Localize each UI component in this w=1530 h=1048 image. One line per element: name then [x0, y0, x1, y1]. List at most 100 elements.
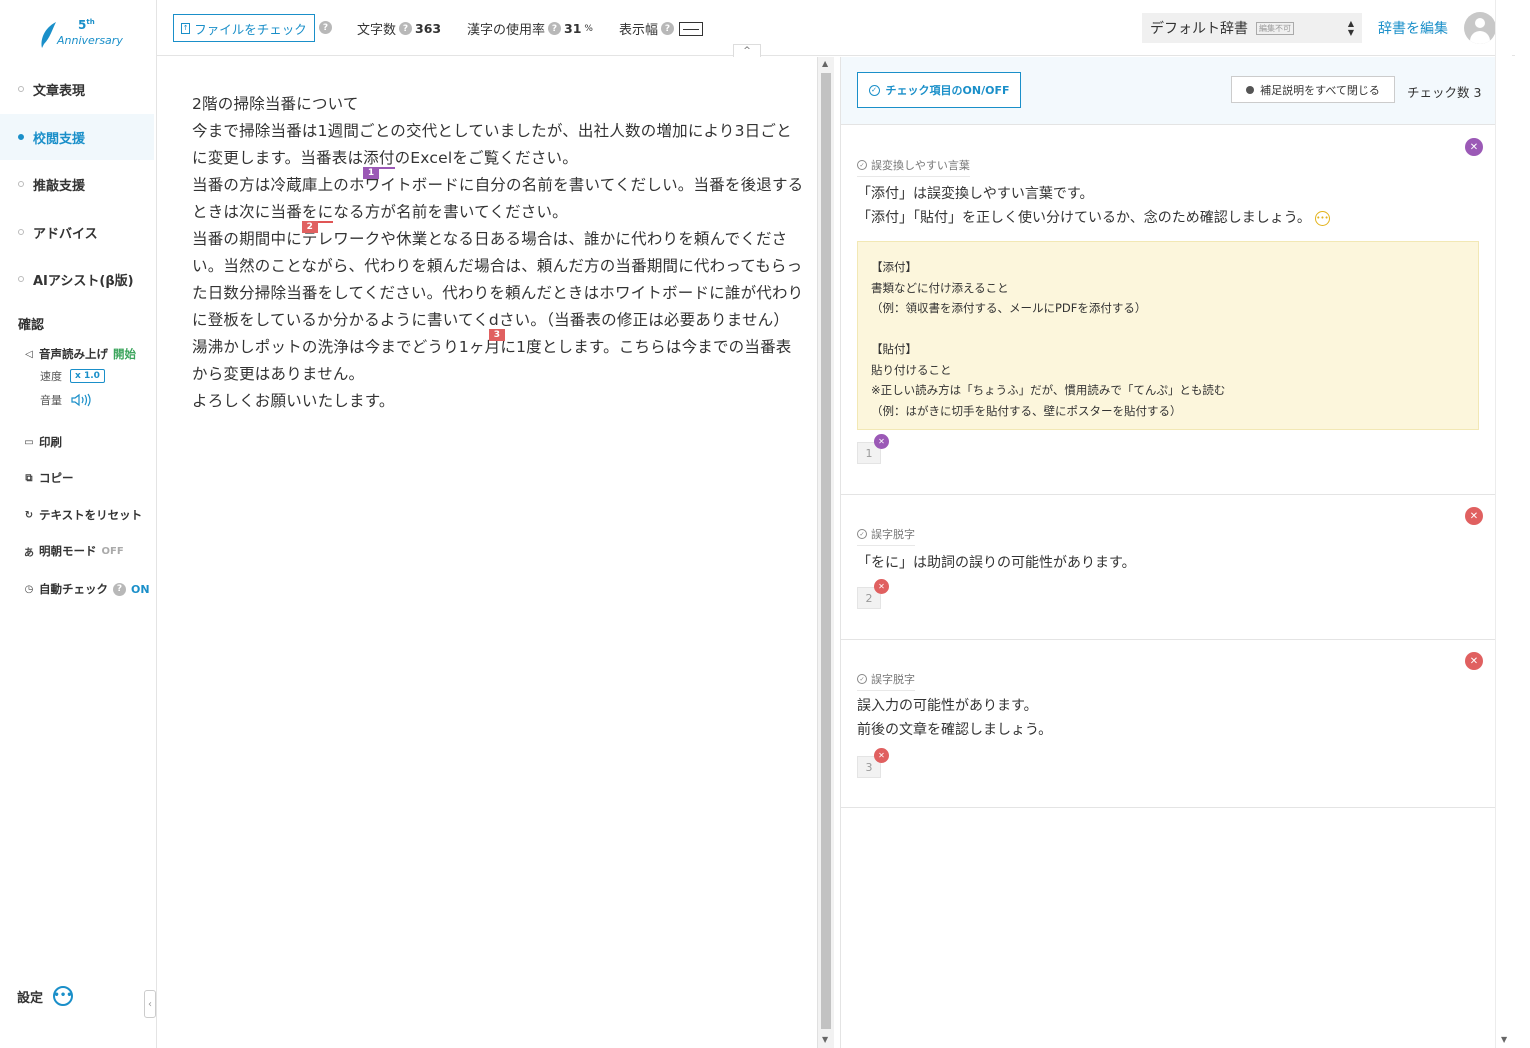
dismiss-icon[interactable]: ✕ [874, 748, 889, 763]
check-count-value: 3 [1473, 85, 1482, 100]
scroll-up-icon[interactable]: ▲ [822, 59, 828, 68]
dict-name: デフォルト辞書 [1150, 21, 1248, 37]
kanji-rate-value: 31 [564, 21, 582, 36]
display-width: 表示幅 ? [619, 19, 704, 38]
file-check-button[interactable]: ↑ ファイルをチェック [173, 14, 315, 42]
explanation-line [871, 319, 1465, 340]
feedback-icon[interactable]: ••• [1314, 210, 1330, 226]
check-message: 「をに」は助詞の誤りの可能性があります。 [857, 551, 1136, 575]
reset-label: テキストをリセット [39, 508, 143, 522]
nav-item-proofreading[interactable]: 校閲支援 [0, 114, 154, 160]
char-count-label: 文字数 [357, 23, 397, 38]
explanation-line: 【添付】 [871, 260, 917, 274]
nav-item-expression[interactable]: 文章表現 [0, 66, 154, 112]
dismiss-icon[interactable]: ✕ [874, 434, 889, 449]
close-all-label: 補足説明をすべて閉じる [1260, 83, 1380, 97]
dismiss-icon[interactable]: ✕ [1465, 652, 1483, 670]
collapse-header-button[interactable]: ^ [733, 44, 761, 57]
nav-dot [18, 181, 24, 187]
editor-text[interactable]: 2階の掃除当番について 今まで掃除当番は1週間ごとの交代としていましたが、出社人… [192, 91, 804, 415]
header: ↑ ファイルをチェック ? 文字数 ? 363 漢字の使用率 ? 31% 表示幅… [157, 0, 1515, 56]
nav-label: 文章表現 [33, 83, 86, 99]
more-icon[interactable]: ••• [53, 986, 74, 1006]
dismiss-icon[interactable]: ✕ [874, 579, 889, 594]
dismiss-icon[interactable]: ✕ [1465, 507, 1483, 525]
edit-dictionary-link[interactable]: 辞書を編集 [1378, 18, 1448, 38]
text-run: なる方が名前を書いてください。 [333, 203, 568, 221]
pin-icon [1246, 85, 1255, 94]
confirm-section-title: 確認 [18, 318, 45, 333]
dismiss-icon[interactable]: ✕ [1465, 138, 1483, 156]
check-circle-icon: ✓ [868, 84, 880, 96]
help-icon[interactable]: ? [113, 582, 126, 596]
text-run: のExcelをご覧ください。 [394, 149, 578, 167]
reset-text-button[interactable]: ↻ テキストをリセット [24, 507, 142, 523]
voice-start-button[interactable]: 開始 [113, 346, 136, 362]
check-category: ✓ 誤字脱字 [857, 671, 915, 691]
check-results-panel: ✓ チェック項目のON/OFF 補足説明をすべて閉じる チェック数 3 ✕ ✓ … [840, 57, 1496, 1048]
check-card-3[interactable]: ✕ ✓ 誤字脱字 誤入力の可能性があります。 前後の文章を確認しましょう。 3 … [841, 640, 1496, 808]
message-line: 誤入力の可能性があります。 [857, 698, 1038, 714]
text-run: さい。（当番表の修正は必要ありません） [498, 311, 790, 329]
settings-label: 設定 [17, 990, 44, 1006]
sidebar: 5th Anniversary 文章表現 校閲支援 推敲支援 アドバイス AIア… [0, 0, 157, 1048]
help-icon[interactable]: ? [399, 22, 413, 35]
nav-item-ai-assist[interactable]: AIアシスト(β版) [0, 256, 154, 302]
help-icon[interactable]: ? [548, 22, 562, 35]
issue-mark-2[interactable]: をに 2 [301, 203, 334, 233]
explanation-box: 【添付】 書類などに付け添えること （例：領収書を添付する、メールにPDFを添付… [857, 241, 1479, 430]
nav-item-advice[interactable]: アドバイス [0, 209, 154, 255]
check-card-1[interactable]: ✕ ✓ 誤変換しやすい言葉 「添付」は誤変換しやすい言葉です。 「添付」「貼付」… [841, 126, 1496, 495]
collapse-sidebar-button[interactable]: ‹ [144, 990, 156, 1018]
category-label: 誤字脱字 [871, 673, 915, 686]
explanation-line: （例：はがきに切手を貼付する、壁にポスターを貼付する） [871, 403, 1182, 418]
printer-icon: ▭ [24, 436, 34, 448]
logo[interactable]: 5th Anniversary [36, 16, 126, 52]
issue-mark-3[interactable]: d3 [488, 311, 505, 341]
editor-line: 今まで掃除当番は1週間ごとの交代としていましたが、出社人数の増加により3日ごとに… [192, 118, 804, 179]
speaker-icon: ◁ [25, 348, 33, 360]
kanji-rate: 漢字の使用率 ? 31% [467, 19, 593, 38]
width-label: 表示幅 [619, 23, 659, 38]
copy-icon: ⧉ [25, 472, 33, 484]
autocheck-state: ON [131, 582, 150, 596]
editor-scrollbar[interactable]: ▲ ▼ [817, 57, 834, 1048]
nav-label: 推敲支援 [33, 178, 86, 194]
logo-label: Anniversary [57, 34, 123, 47]
voice-label: 音声読み上げ [39, 347, 108, 361]
char-count: 文字数 ? 363 [357, 19, 441, 38]
check-card-2[interactable]: ✕ ✓ 誤字脱字 「をに」は助詞の誤りの可能性があります。 2 ✕ [841, 495, 1496, 640]
nav-label: AIアシスト(β版) [33, 273, 134, 289]
scroll-down-icon[interactable]: ▼ [822, 1035, 828, 1044]
mincho-mode-toggle[interactable]: あ 明朝モード OFF [24, 543, 124, 559]
text-editor[interactable]: 2階の掃除当番について 今まで掃除当番は1週間ごとの交代としていましたが、出社人… [157, 57, 817, 1048]
scrollbar-thumb[interactable] [821, 73, 831, 1029]
close-all-explanations-button[interactable]: 補足説明をすべて閉じる [1231, 76, 1395, 103]
width-adjust-icon[interactable] [679, 21, 704, 36]
speed-button[interactable]: x 1.0 [70, 369, 105, 383]
volume-icon[interactable] [70, 393, 92, 407]
help-icon[interactable]: ? [319, 21, 332, 34]
char-count-value: 363 [415, 21, 442, 36]
check-count: チェック数 3 [1407, 82, 1481, 101]
help-icon[interactable]: ? [661, 22, 675, 35]
auto-check-toggle[interactable]: ◷ 自動チェック ? ON [24, 581, 150, 597]
toggle-check-items-button[interactable]: ✓ チェック項目のON/OFF [857, 72, 1021, 108]
dictionary-select[interactable]: デフォルト辞書 編集不可 ▲ ▼ [1142, 13, 1362, 43]
explanation-line: ※正しい読み方は「ちょうふ」だが、慣用読みで「てんぷ」とも読む [871, 383, 1226, 397]
autocheck-label: 自動チェック [39, 582, 108, 596]
nav-dot [18, 276, 24, 282]
category-label: 誤字脱字 [871, 528, 915, 541]
settings[interactable]: 設定 ••• [17, 986, 74, 1006]
issue-mark-1[interactable]: 添付 1 [363, 149, 395, 179]
message-line: 「添付」は誤変換しやすい言葉です。 [857, 186, 1094, 202]
page-scrollbar[interactable]: ▼ [1495, 0, 1512, 1048]
copy-button[interactable]: ⧉ コピー [24, 470, 73, 486]
print-button[interactable]: ▭ 印刷 [24, 434, 62, 450]
scroll-down-icon[interactable]: ▼ [1501, 1035, 1507, 1044]
avatar[interactable] [1464, 12, 1496, 44]
nav-item-refinement[interactable]: 推敲支援 [0, 161, 154, 207]
issue-number-badge: 2 [301, 221, 318, 233]
mark-text: d [488, 311, 499, 329]
volume-label: 音量 [40, 394, 62, 407]
